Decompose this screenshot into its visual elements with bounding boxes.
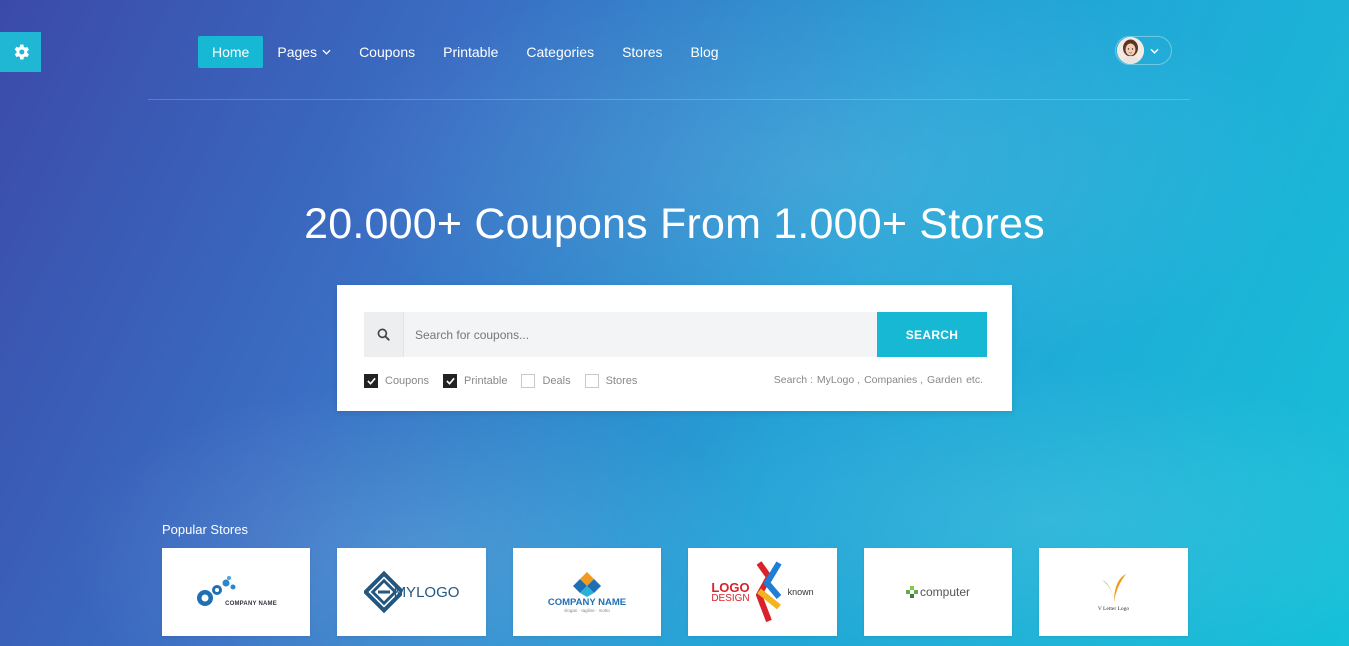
search-input[interactable]	[404, 312, 877, 357]
diamond-tiles-logo-icon	[572, 572, 601, 597]
hint-link-mylogo[interactable]: MyLogo ,	[817, 374, 860, 386]
user-menu[interactable]	[1115, 36, 1172, 65]
search-icon	[377, 328, 390, 341]
checkbox-checked[interactable]	[364, 374, 378, 388]
nav-item-label: Stores	[622, 44, 663, 60]
store-card[interactable]: V Letter Logo	[1039, 548, 1188, 636]
nav-item-label: Blog	[690, 44, 719, 60]
store-card[interactable]: computer	[864, 548, 1012, 636]
avatar	[1117, 37, 1144, 64]
gear-icon	[14, 44, 29, 60]
check-icon	[445, 377, 455, 385]
search-hint: Search : MyLogo , Companies , Garden etc…	[774, 374, 983, 386]
filter-label: Coupons	[385, 375, 430, 387]
search-button[interactable]: SEARCH	[877, 312, 987, 357]
filter-coupons[interactable]: Coupons	[364, 374, 429, 388]
nav-item-categories[interactable]: Categories	[512, 36, 608, 68]
chevron-down-icon	[1150, 48, 1159, 54]
store-logo-subtext: slogan · tagline · motto	[564, 608, 610, 613]
hint-link-etc[interactable]: etc.	[966, 374, 983, 386]
nav-item-label: Pages	[277, 44, 318, 60]
filter-printable[interactable]: Printable	[443, 374, 507, 388]
store-logo-text: computer	[919, 585, 971, 599]
main-nav: Home Pages Coupons Printable Categories …	[198, 36, 733, 68]
filter-label: Printable	[464, 375, 508, 387]
checkbox-unchecked[interactable]	[521, 374, 536, 388]
nav-item-printable[interactable]: Printable	[429, 36, 512, 68]
filter-label: Stores	[605, 375, 638, 387]
search-icon-box	[364, 312, 404, 357]
store-logo-text: LOGO	[711, 579, 750, 595]
store-logo: COMPANY NAME	[195, 574, 277, 610]
store-logo-text: MYLOGO	[393, 583, 460, 601]
filter-deals[interactable]: Deals	[521, 374, 571, 388]
ribbon-k-logo-icon	[755, 561, 782, 623]
store-logo: LOGO DESIGN known	[711, 561, 814, 623]
search-hint-prefix: Search :	[773, 374, 813, 386]
store-logo-text: COMPANY NAME	[225, 601, 277, 607]
popular-stores-title: Popular Stores	[162, 522, 248, 537]
search-card: SEARCH Coupons Printable Deals Stores Se…	[337, 285, 1012, 411]
logo-design-text: LOGO DESIGN	[711, 581, 749, 604]
hint-link-companies[interactable]: Companies ,	[864, 374, 923, 386]
store-logo: computer	[905, 585, 971, 599]
settings-button[interactable]	[0, 32, 41, 72]
search-bar: SEARCH	[364, 312, 987, 357]
store-card[interactable]: LOGO DESIGN known	[688, 548, 837, 636]
store-logo: MYLOGO	[363, 570, 460, 614]
hero-title: 20.000+ Coupons From 1.000+ Stores	[304, 200, 1045, 248]
checkbox-unchecked[interactable]	[584, 374, 599, 388]
check-icon	[366, 377, 376, 385]
nav-item-home[interactable]: Home	[198, 36, 264, 68]
hint-link-garden[interactable]: Garden	[927, 374, 962, 386]
pixel-cubes-logo-icon	[905, 586, 918, 598]
filter-stores[interactable]: Stores	[584, 374, 638, 388]
nav-item-label: Categories	[526, 44, 595, 60]
popular-stores-list: COMPANY NAME MYLOGO COMPANY NAME slogan …	[162, 548, 1188, 636]
nav-item-coupons[interactable]: Coupons	[345, 36, 429, 68]
store-card[interactable]: MYLOGO	[337, 548, 486, 636]
nav-item-label: Printable	[443, 44, 499, 60]
store-logo-text: V Letter Logo	[1097, 606, 1130, 612]
store-logo-text: known	[787, 587, 814, 597]
store-logo: COMPANY NAME slogan · tagline · motto	[548, 571, 626, 613]
nav-item-pages[interactable]: Pages	[263, 36, 345, 68]
store-card[interactable]: COMPANY NAME slogan · tagline · motto	[513, 548, 661, 636]
search-filters: Coupons Printable Deals Stores	[364, 374, 637, 388]
nav-item-blog[interactable]: Blog	[677, 36, 733, 68]
store-logo: V Letter Logo	[1098, 572, 1130, 612]
v-letter-logo-icon	[1101, 574, 1126, 602]
filter-label: Deals	[542, 375, 571, 387]
nav-item-label: Coupons	[359, 44, 416, 60]
store-card[interactable]: COMPANY NAME	[162, 548, 310, 636]
nav-divider	[148, 99, 1190, 100]
checkbox-checked[interactable]	[443, 374, 458, 388]
chevron-down-icon	[322, 49, 331, 55]
nav-item-label: Home	[212, 44, 250, 60]
store-logo-text: DESIGN	[711, 592, 750, 604]
nav-item-stores[interactable]: Stores	[608, 36, 676, 68]
store-logo-text: COMPANY NAME	[547, 597, 627, 608]
